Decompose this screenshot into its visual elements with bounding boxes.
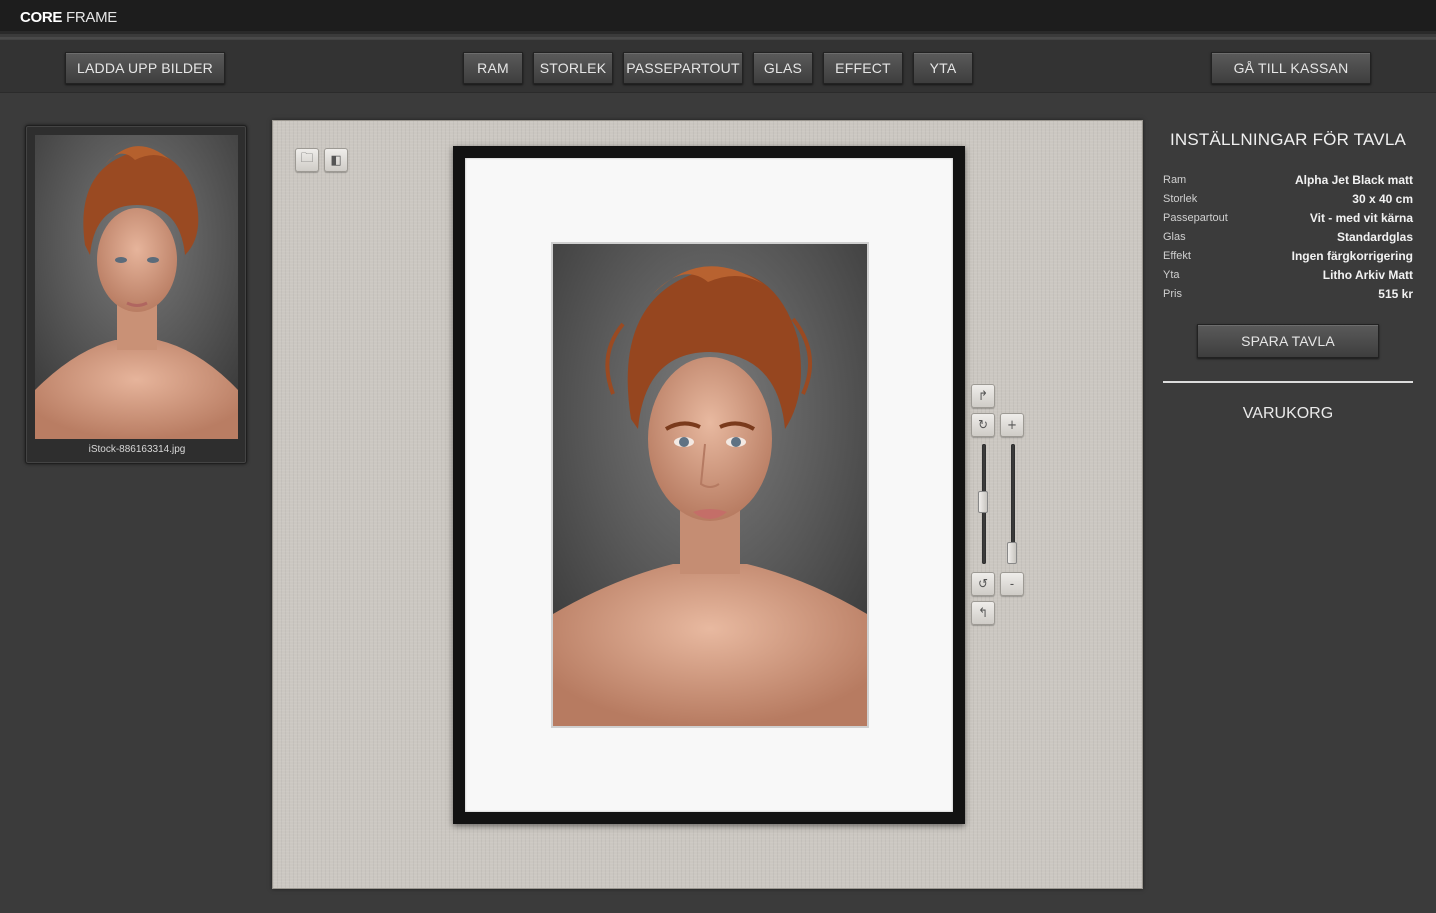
framed-print-image[interactable] [551, 242, 869, 728]
settings-key: Passepartout [1163, 211, 1228, 224]
settings-row-glas: Glas Standardglas [1163, 227, 1413, 246]
passepartout-mat [465, 158, 953, 812]
zoom-slider[interactable] [1007, 444, 1017, 564]
settings-row-storlek: Storlek 30 x 40 cm [1163, 189, 1413, 208]
undo-icon[interactable]: ↰ [971, 601, 995, 625]
rotation-slider[interactable] [978, 444, 988, 564]
zoom-out-button[interactable]: - [1000, 572, 1024, 596]
settings-value: Ingen färgkorrigering [1291, 248, 1413, 263]
rotate-clockwise-icon[interactable]: ↻ [971, 413, 995, 437]
settings-row-pris: Pris 515 kr [1163, 284, 1413, 303]
tab-effect[interactable]: EFFECT [823, 52, 903, 84]
settings-key: Effekt [1163, 249, 1191, 262]
settings-key: Ram [1163, 173, 1187, 186]
settings-value: 30 x 40 cm [1352, 191, 1413, 206]
settings-key: Yta [1163, 268, 1180, 281]
image-thumbnail-card[interactable]: iStock-886163314.jpg [25, 125, 247, 464]
zoom-slider-handle[interactable] [1007, 542, 1017, 564]
upload-images-button[interactable]: LADDA UPP BILDER [65, 52, 225, 84]
settings-value: Alpha Jet Black matt [1294, 172, 1413, 187]
cart-heading: VARUKORG [1242, 405, 1334, 422]
folder-icon[interactable]: 🗀 [295, 148, 319, 172]
picture-frame [453, 146, 965, 824]
rotate-right-icon[interactable]: ↱ [971, 384, 995, 408]
tab-ram[interactable]: RAM [463, 52, 523, 84]
settings-key: Glas [1163, 230, 1186, 243]
tab-yta[interactable]: YTA [913, 52, 973, 84]
settings-value: 515 kr [1378, 286, 1413, 301]
rotation-slider-handle[interactable] [978, 491, 988, 513]
settings-value: Standardglas [1336, 229, 1413, 244]
title-bar: CORE FRAME [0, 0, 1436, 34]
portrait-thumbnail-graphic [35, 135, 238, 439]
thumbnail-filename: iStock-886163314.jpg [88, 444, 186, 455]
checkout-button[interactable]: GÅ TILL KASSAN [1211, 52, 1371, 84]
logo-light-text: FRAME [66, 9, 118, 26]
save-artwork-button[interactable]: SPARA TAVLA [1197, 324, 1379, 358]
settings-key: Pris [1163, 287, 1182, 300]
tab-storlek[interactable]: STORLEK [533, 52, 613, 84]
settings-value: Vit - med vit kärna [1309, 210, 1413, 225]
thumbnail-image[interactable] [35, 135, 238, 439]
settings-row-ram: Ram Alpha Jet Black matt [1163, 170, 1413, 189]
settings-summary: Ram Alpha Jet Black matt Storlek 30 x 40… [1163, 170, 1413, 303]
portrait-print-graphic [553, 244, 867, 726]
settings-key: Storlek [1163, 192, 1198, 205]
panel-divider [1163, 381, 1413, 383]
preview-canvas: 🗀 ◧ ↱ ↻ + ↺ - ↰ [272, 120, 1143, 889]
settings-row-passepartout: Passepartout Vit - med vit kärna [1163, 208, 1413, 227]
zoom-in-button[interactable]: + [1000, 413, 1024, 437]
settings-value: Litho Arkiv Matt [1322, 267, 1413, 282]
main-toolbar: LADDA UPP BILDER RAM STORLEK PASSEPARTOU… [0, 37, 1436, 93]
settings-heading: INSTÄLLNINGAR FÖR TAVLA [1169, 130, 1407, 149]
tab-glas[interactable]: GLAS [753, 52, 813, 84]
logo-bold-text: CORE [20, 9, 63, 26]
tab-passepartout[interactable]: PASSEPARTOUT [623, 52, 743, 84]
rotate-counterclockwise-icon[interactable]: ↺ [971, 572, 995, 596]
layout-icon[interactable]: ◧ [324, 148, 348, 172]
app-logo[interactable]: CORE FRAME [20, 9, 117, 26]
settings-row-effekt: Effekt Ingen färgkorrigering [1163, 246, 1413, 265]
settings-row-yta: Yta Litho Arkiv Matt [1163, 265, 1413, 284]
